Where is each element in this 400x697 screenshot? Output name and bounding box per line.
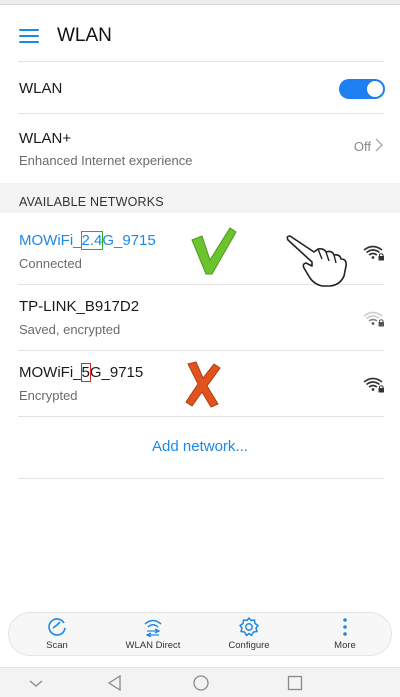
wlan-plus-value: Off [353,139,371,154]
network-name: TP-LINK_B917D2 [19,298,140,315]
network-status: Connected [19,256,82,271]
wlan-toggle-switch[interactable] [339,79,385,99]
network-status: Encrypted [19,388,78,403]
wlan-plus-subtitle: Enhanced Internet experience [19,153,193,168]
available-networks-heading: AVAILABLE NETWORKS [19,195,164,209]
configure-button[interactable]: Configure [201,613,297,657]
back-triangle-icon[interactable] [106,674,124,692]
red-cross-icon [185,361,221,408]
scan-button[interactable]: Scan [9,613,105,657]
add-network-link[interactable]: Add network... [0,438,400,460]
highlight-box-2-4: 2.4 [80,231,104,250]
wlan-direct-icon [144,619,162,637]
divider [18,113,384,114]
more-label: More [334,640,356,651]
status-bar-edge [0,0,400,5]
divider [18,350,384,351]
page-title: WLAN [57,25,112,46]
network-name: MOWiFi_5G_9715 [19,363,144,382]
network-status: Saved, encrypted [19,322,121,337]
wlan-label: WLAN [19,80,63,97]
wlan-direct-button[interactable]: WLAN Direct [105,613,201,657]
network-name: MOWiFi_2.4G_9715 [19,231,156,250]
more-button[interactable]: More [297,613,393,657]
wlan-plus-label: WLAN+ [19,130,72,147]
network-item-tp-link[interactable]: TP-LINK_B917D2 Saved, encrypted [0,292,400,348]
wlan-direct-label: WLAN Direct [125,640,181,651]
wifi-locked-full-icon [363,377,384,393]
scan-icon [48,618,66,636]
wlan-plus-row[interactable]: WLAN+ Enhanced Internet experience Off [0,122,400,176]
bottom-toolbar: Scan WLAN Direct Configure More [8,612,392,656]
system-nav-bar [0,667,400,697]
divider [18,61,384,62]
section-header: AVAILABLE NETWORKS [0,183,400,213]
recents-square-icon[interactable] [286,674,304,692]
wlan-toggle-row[interactable]: WLAN [0,70,400,110]
more-vertical-icon [343,618,347,636]
app-bar: WLAN [0,14,400,60]
divider [18,478,384,479]
divider [18,416,384,417]
scan-label: Scan [46,640,68,651]
configure-label: Configure [228,640,270,651]
menu-icon[interactable] [19,28,39,44]
pointing-hand-icon [286,235,347,287]
gear-icon [239,617,259,637]
home-circle-icon[interactable] [192,674,210,692]
green-check-icon [191,227,237,275]
toggle-knob [367,81,383,97]
wifi-locked-weak-icon [363,311,384,327]
chevron-down-icon[interactable] [27,674,45,692]
chevron-right-icon [375,138,383,152]
wifi-locked-full-icon [363,245,384,261]
highlight-box-5: 5 [80,363,91,382]
